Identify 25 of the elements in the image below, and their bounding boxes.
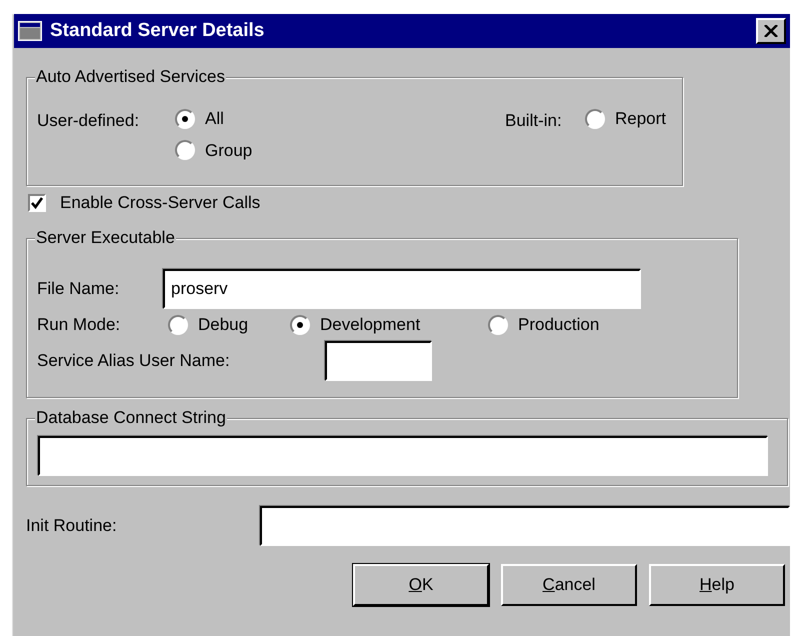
checkbox-label[interactable]: Enable Cross-Server Calls: [60, 190, 260, 216]
connect-string-field[interactable]: [38, 436, 768, 476]
dialog-button[interactable]: Help: [649, 564, 785, 606]
field-label: Service Alias User Name:: [37, 350, 231, 372]
close-icon: [764, 25, 778, 37]
field-label: Built-in:: [505, 110, 563, 132]
field-label: Run Mode:: [37, 314, 122, 336]
dialog-button[interactable]: OK: [353, 564, 489, 606]
dialog-button[interactable]: Cancel: [501, 564, 637, 606]
window-title: Standard Server Details: [50, 18, 264, 43]
radio-button[interactable]: Group: [175, 138, 505, 163]
file-name-field[interactable]: proserv: [163, 269, 641, 309]
radio-button[interactable]: Report: [585, 106, 666, 132]
field-label: Init Routine:: [26, 515, 118, 538]
close-button[interactable]: [756, 18, 786, 44]
field-label: File Name:: [37, 278, 120, 300]
radio-button[interactable]: All: [175, 106, 505, 132]
init-routine-field[interactable]: [260, 506, 790, 546]
radio-button[interactable]: Production: [488, 312, 688, 338]
radio-button[interactable]: Debug: [168, 312, 290, 338]
window-icon: [18, 21, 42, 41]
radio-button[interactable]: Development: [290, 312, 488, 338]
alias-field[interactable]: [325, 341, 432, 381]
checkbox[interactable]: [28, 194, 46, 212]
field-label: User-defined:: [37, 110, 140, 132]
